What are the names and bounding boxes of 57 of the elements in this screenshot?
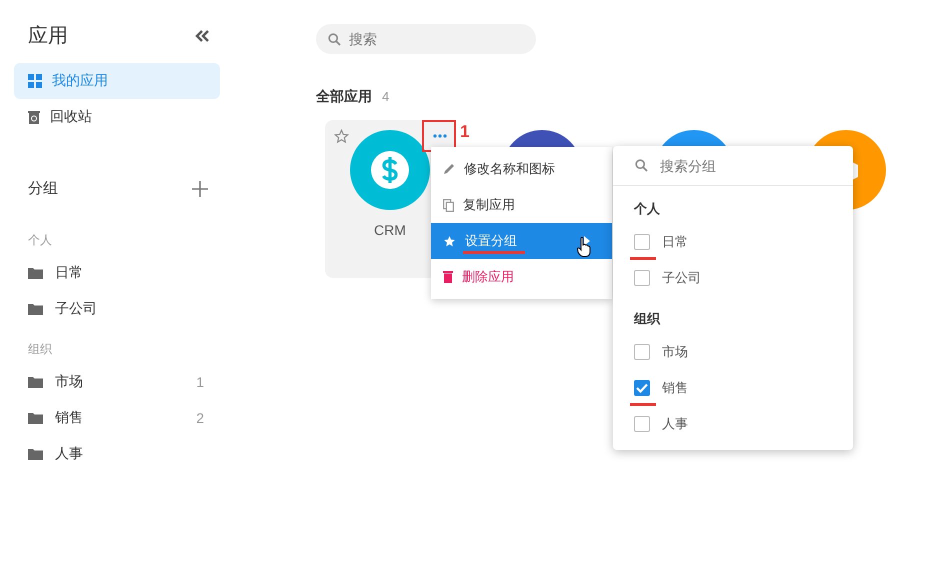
group-item[interactable]: 子公司 — [55, 300, 206, 318]
annotation-number: 1 — [460, 122, 470, 142]
checkbox[interactable] — [634, 344, 650, 360]
checkbox[interactable] — [634, 234, 650, 250]
section-title: 个人 — [633, 200, 661, 218]
copy-icon — [443, 198, 454, 212]
option-row[interactable]: 子公司 — [613, 260, 853, 296]
section-title: 组织 — [632, 310, 662, 328]
group-option[interactable]: 人事 — [662, 415, 688, 433]
group-option[interactable]: 日常 — [662, 233, 688, 251]
checkbox[interactable] — [634, 416, 650, 432]
menu-item[interactable]: 删除应用 — [431, 259, 612, 295]
sidebar-title: 应用 — [28, 24, 68, 49]
menu-item[interactable]: 设置分组 — [431, 223, 612, 259]
section-title: 组织 — [27, 341, 53, 358]
menu-item[interactable]: 修改名称和图标 — [431, 151, 612, 187]
group-option[interactable]: 子公司 — [662, 269, 701, 287]
search-icon — [635, 159, 648, 172]
folder-icon — [28, 412, 43, 424]
hand-pointer-icon — [577, 237, 591, 257]
groups-title: 分组 — [28, 179, 58, 198]
folder-icon — [28, 267, 43, 279]
folder-icon — [28, 303, 43, 315]
checkbox[interactable] — [634, 380, 650, 396]
group-option[interactable]: 市场 — [662, 343, 688, 361]
app-name: CRM — [374, 222, 406, 238]
group-count: 1 — [196, 374, 205, 390]
grid-icon — [28, 74, 42, 88]
search-field[interactable]: 搜索分组 — [613, 146, 853, 186]
nav-item[interactable]: 回收站 — [14, 99, 220, 135]
star-icon[interactable] — [334, 129, 349, 144]
trash-icon — [443, 271, 453, 283]
group-count: 2 — [196, 410, 205, 426]
search-icon — [328, 32, 341, 46]
add-icon[interactable] — [192, 180, 208, 196]
group-option[interactable]: 销售 — [662, 379, 688, 397]
search-input[interactable]: 搜索分组 — [658, 156, 812, 174]
option-row[interactable]: 人事 — [613, 406, 853, 442]
submenu-arrow-icon — [584, 236, 590, 246]
star-icon — [443, 234, 456, 248]
option-row[interactable]: 市场 — [613, 334, 853, 370]
app-count: 4 — [382, 89, 390, 104]
group-item[interactable]: 销售 — [55, 409, 184, 427]
section-title: 全部应用 — [316, 88, 372, 106]
search-field[interactable]: 搜索 — [316, 24, 536, 54]
search-input[interactable]: 搜索 — [347, 30, 501, 48]
trash-icon — [28, 110, 40, 124]
group-item[interactable]: 市场 — [55, 373, 184, 391]
group-item[interactable]: 日常 — [55, 264, 206, 282]
folder-icon — [28, 448, 43, 460]
folder-icon — [28, 376, 43, 388]
checkbox[interactable] — [634, 270, 650, 286]
pencil-icon — [443, 163, 455, 175]
menu-item[interactable]: 复制应用 — [431, 187, 612, 223]
section-title: 个人 — [27, 232, 53, 249]
collapse-icon[interactable] — [194, 28, 210, 42]
group-item[interactable]: 人事 — [55, 445, 206, 463]
